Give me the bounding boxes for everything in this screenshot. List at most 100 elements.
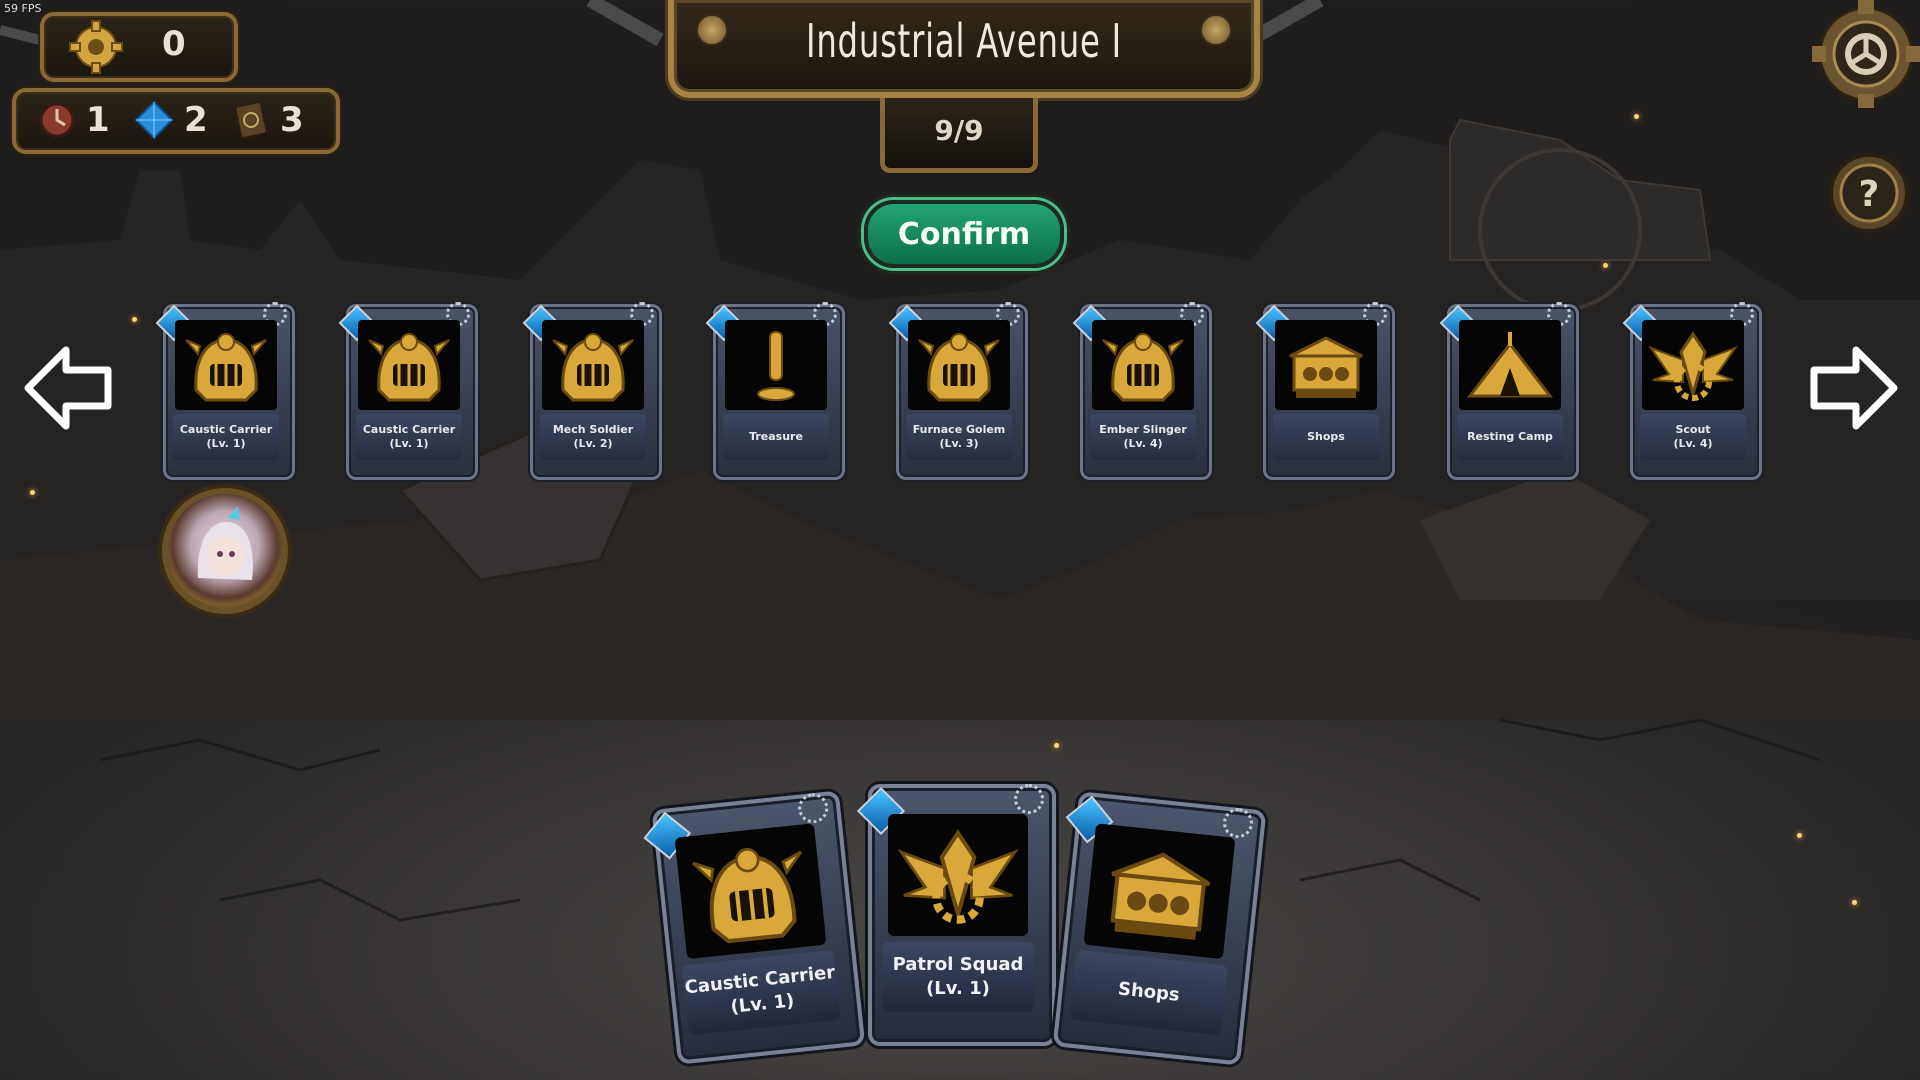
help-button[interactable]: ? xyxy=(1826,150,1912,236)
card-art xyxy=(908,320,1010,410)
path-card[interactable]: Ember Slinger (Lv. 4) xyxy=(1072,298,1212,480)
card-label-box: Scout (Lv. 4) xyxy=(1640,414,1746,460)
settings-button[interactable] xyxy=(1798,0,1920,120)
knight-helmet-icon xyxy=(692,847,803,944)
question-mark-icon: ? xyxy=(1829,153,1909,233)
card-label-box: Furnace Golem (Lv. 3) xyxy=(906,414,1012,460)
ember-particle xyxy=(1797,833,1802,838)
hand-card[interactable]: Caustic Carrier (Lv. 1) xyxy=(643,790,866,1065)
card-label-box: Shops xyxy=(1273,414,1379,460)
card-name: Scout xyxy=(1675,423,1711,436)
card-level: (Lv. 1) xyxy=(729,990,796,1018)
ember-particle xyxy=(1634,114,1639,119)
shop-cart-icon xyxy=(1110,852,1211,940)
card-level: (Lv. 4) xyxy=(1673,437,1713,450)
path-card[interactable]: Scout (Lv. 4) xyxy=(1622,298,1762,480)
card-art xyxy=(1459,320,1561,410)
knight-helmet-icon xyxy=(1102,333,1184,402)
card-art xyxy=(1083,823,1236,960)
path-card[interactable]: Resting Camp xyxy=(1439,298,1579,480)
card-art xyxy=(888,814,1028,936)
card-name: Patrol Squad xyxy=(892,954,1024,975)
currency-value: 0 xyxy=(162,24,186,64)
hand-card[interactable]: Shops xyxy=(1052,791,1267,1066)
confirm-button[interactable]: Confirm xyxy=(864,200,1064,268)
card-art xyxy=(358,320,460,410)
path-card[interactable]: Furnace Golem (Lv. 3) xyxy=(888,298,1028,480)
tent-icon xyxy=(1466,332,1554,398)
stage-title-plate: Industrial Avenue I xyxy=(668,0,1260,98)
stage-title: Industrial Avenue I xyxy=(806,14,1122,68)
card-name: Furnace Golem xyxy=(912,423,1006,436)
fps-counter: 59 FPS xyxy=(4,2,42,15)
ember-particle xyxy=(1852,900,1857,905)
arrow-left-icon xyxy=(24,346,112,430)
resource-gem: 2 xyxy=(134,100,208,140)
card-label-box: Patrol Squad (Lv. 1) xyxy=(882,942,1034,1012)
exclamation-icon xyxy=(757,331,795,401)
knight-helmet-icon xyxy=(185,333,267,402)
card-label-box: Treasure xyxy=(723,414,829,460)
card-name: Mech Soldier xyxy=(552,423,634,436)
ember-particle xyxy=(30,490,35,495)
card-label-box: Ember Slinger (Lv. 4) xyxy=(1090,414,1196,460)
card-art xyxy=(1275,320,1377,410)
clock-token-icon xyxy=(39,102,75,138)
path-card[interactable]: Caustic Carrier (Lv. 1) xyxy=(155,298,295,480)
path-card[interactable]: Treasure xyxy=(705,298,845,480)
stage-progress-plate: 9/9 xyxy=(880,98,1038,173)
card-level: (Lv. 2) xyxy=(573,437,613,450)
card-art xyxy=(725,320,827,410)
knight-helmet-icon xyxy=(552,333,634,402)
card-label-box: Mech Soldier (Lv. 2) xyxy=(540,414,646,460)
path-card[interactable]: Caustic Carrier (Lv. 1) xyxy=(338,298,478,480)
card-name: Resting Camp xyxy=(1467,430,1553,443)
card-name: Treasure xyxy=(749,430,803,443)
ember-particle xyxy=(1603,263,1608,268)
resource-gem-value: 2 xyxy=(184,100,208,140)
card-level: (Lv. 3) xyxy=(939,437,979,450)
card-art xyxy=(674,823,827,960)
card-cog-icon xyxy=(1014,784,1044,814)
resource-clock-value: 1 xyxy=(86,100,110,140)
card-art xyxy=(175,320,277,410)
card-level: (Lv. 4) xyxy=(1123,437,1163,450)
card-name: Caustic Carrier xyxy=(362,423,456,436)
scroll-right-button[interactable] xyxy=(1808,342,1900,434)
card-name: Shops xyxy=(1307,430,1345,443)
knight-helmet-icon xyxy=(918,333,1000,402)
path-card[interactable]: Mech Soldier (Lv. 2) xyxy=(522,298,662,480)
hand-card[interactable]: Patrol Squad (Lv. 1) xyxy=(856,784,1056,1046)
resource-clock: 1 xyxy=(38,100,110,140)
card-art xyxy=(542,320,644,410)
gear-settings-icon xyxy=(1812,0,1920,108)
stage-progress: 9/9 xyxy=(934,114,984,147)
card-level: (Lv. 1) xyxy=(926,978,990,999)
scroll-left-button[interactable] xyxy=(22,342,114,434)
hero-portrait-icon xyxy=(197,506,253,580)
gear-coin-icon xyxy=(69,20,123,74)
resource-card-value: 3 xyxy=(280,100,304,140)
card-label-box: Caustic Carrier (Lv. 1) xyxy=(173,414,279,460)
knight-helmet-icon xyxy=(368,333,450,402)
card-token-icon xyxy=(234,101,268,139)
card-art xyxy=(1092,320,1194,410)
winged-emblem-icon xyxy=(1648,331,1738,401)
hero-avatar[interactable] xyxy=(168,494,282,608)
card-name: Shops xyxy=(1117,978,1181,1006)
card-label-box: Resting Camp xyxy=(1457,414,1563,460)
ember-particle xyxy=(1054,743,1059,748)
currency-panel: 0 xyxy=(40,12,238,82)
card-name: Ember Slinger xyxy=(1099,423,1187,436)
winged-emblem-icon xyxy=(897,829,1019,924)
svg-text:?: ? xyxy=(1859,174,1880,215)
shop-cart-icon xyxy=(1289,336,1363,398)
path-card[interactable]: Shops xyxy=(1255,298,1395,480)
rivet-decoration xyxy=(1200,14,1232,46)
card-level: (Lv. 1) xyxy=(206,437,246,450)
card-level: (Lv. 1) xyxy=(389,437,429,450)
blue-gem-icon xyxy=(134,100,174,140)
card-label-box: Caustic Carrier (Lv. 1) xyxy=(356,414,462,460)
card-art xyxy=(1642,320,1744,410)
arrow-right-icon xyxy=(1810,346,1898,430)
